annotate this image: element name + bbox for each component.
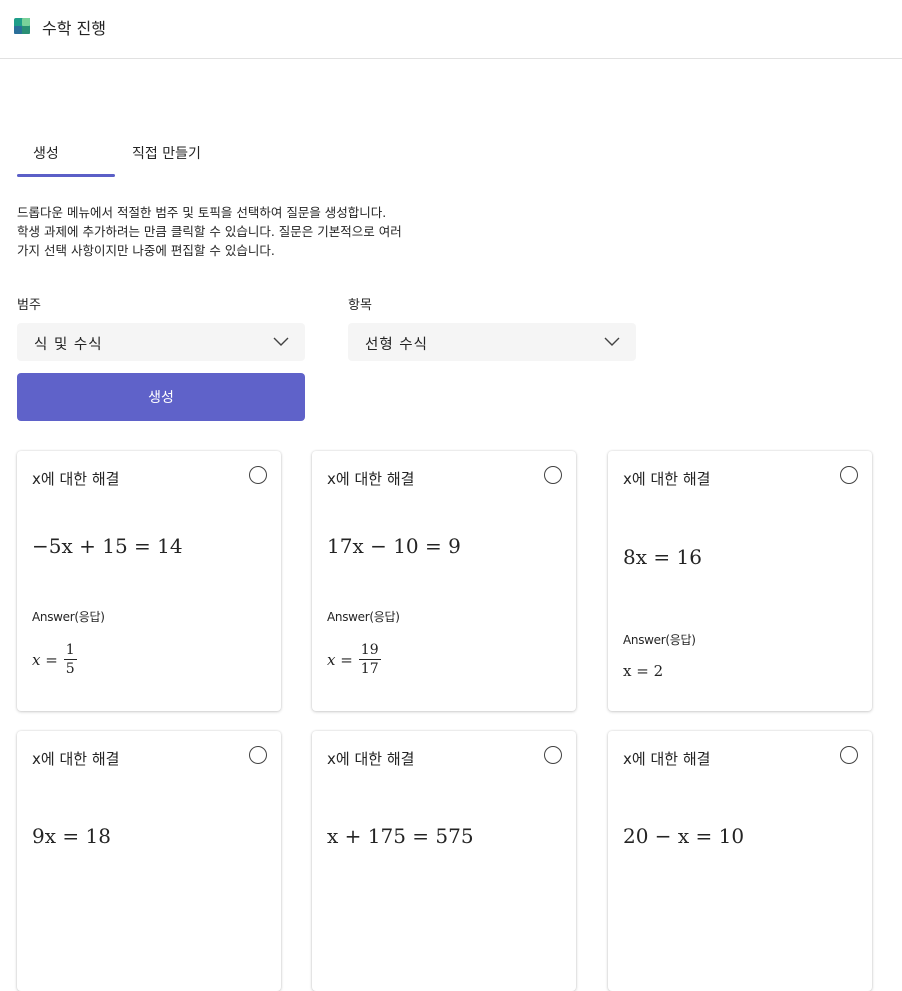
generate-button[interactable]: 생성 bbox=[17, 373, 305, 421]
question-card[interactable]: x에 대한 해결 20 − x = 10 bbox=[608, 731, 872, 991]
instructions-line: 드롭다운 메뉴에서 적절한 범주 및 토픽을 선택하여 질문을 생성합니다. bbox=[17, 205, 387, 220]
question-title: x에 대한 해결 bbox=[32, 470, 120, 488]
radio-button-icon[interactable] bbox=[840, 746, 858, 764]
topic-dropdown[interactable]: 선형 수식 bbox=[348, 323, 636, 361]
answer-value: x = 1 5 bbox=[32, 642, 77, 678]
fraction-numerator: 19 bbox=[360, 642, 379, 658]
fraction-numerator: 1 bbox=[65, 642, 75, 658]
instructions-text: 드롭다운 메뉴에서 적절한 범주 및 토픽을 선택하여 질문을 생성합니다. 학… bbox=[17, 203, 457, 260]
tab-selected-indicator bbox=[17, 174, 115, 177]
question-equation: 8x = 16 bbox=[623, 545, 702, 569]
radio-button-icon[interactable] bbox=[840, 466, 858, 484]
answer-lhs: x = bbox=[327, 651, 353, 669]
question-card[interactable]: x에 대한 해결 8x = 16 Answer(응답) x = 2 bbox=[608, 451, 872, 711]
answer-label: Answer(응답) bbox=[327, 610, 400, 624]
topic-label: 항목 bbox=[348, 298, 372, 313]
instructions-line: 학생 과제에 추가하려는 만큼 클릭할 수 있습니다. 질문은 기본적으로 여러 bbox=[17, 224, 402, 239]
category-value: 식 및 수식 bbox=[34, 337, 103, 353]
question-equation: −5x + 15 = 14 bbox=[32, 534, 183, 558]
fraction-denominator: 5 bbox=[65, 661, 75, 677]
question-card[interactable]: x에 대한 해결 −5x + 15 = 14 Answer(응답) x = 1 … bbox=[17, 451, 281, 711]
radio-button-icon[interactable] bbox=[249, 466, 267, 484]
fraction-denominator: 17 bbox=[360, 661, 379, 677]
answer-label: Answer(응답) bbox=[623, 633, 696, 647]
question-title: x에 대한 해결 bbox=[327, 750, 415, 768]
question-title: x에 대한 해결 bbox=[327, 470, 415, 488]
app-title: 수학 진행 bbox=[42, 19, 106, 38]
question-card[interactable]: x에 대한 해결 x + 175 = 575 bbox=[312, 731, 576, 991]
answer-lhs: x = bbox=[32, 651, 58, 669]
radio-button-icon[interactable] bbox=[544, 746, 562, 764]
answer-value: x = 2 bbox=[623, 662, 664, 680]
tab-create-manually-label: 직접 만들기 bbox=[132, 146, 201, 162]
instructions-line: 가지 선택 사항이지만 나중에 편집할 수 있습니다. bbox=[17, 243, 275, 258]
question-equation: 20 − x = 10 bbox=[623, 824, 745, 848]
chevron-down-icon bbox=[273, 337, 289, 346]
tab-create-manually[interactable]: 직접 만들기 bbox=[115, 138, 225, 178]
app-logo-icon bbox=[14, 18, 30, 34]
app-header: 수학 진행 bbox=[0, 0, 902, 59]
answer-fraction: 1 5 bbox=[63, 642, 77, 678]
question-title: x에 대한 해결 bbox=[623, 470, 711, 488]
question-equation: 17x − 10 = 9 bbox=[327, 534, 461, 558]
topic-value: 선형 수식 bbox=[365, 337, 428, 353]
category-dropdown[interactable]: 식 및 수식 bbox=[17, 323, 305, 361]
category-label: 범주 bbox=[17, 298, 41, 313]
chevron-down-icon bbox=[604, 337, 620, 346]
question-card[interactable]: x에 대한 해결 17x − 10 = 9 Answer(응답) x = 19 … bbox=[312, 451, 576, 711]
radio-button-icon[interactable] bbox=[544, 466, 562, 484]
answer-label: Answer(응답) bbox=[32, 610, 105, 624]
question-title: x에 대한 해결 bbox=[32, 750, 120, 768]
question-equation: 9x = 18 bbox=[32, 824, 111, 848]
question-title: x에 대한 해결 bbox=[623, 750, 711, 768]
answer-fraction: 19 17 bbox=[358, 642, 381, 678]
question-equation: x + 175 = 575 bbox=[327, 824, 474, 848]
tab-generate-label: 생성 bbox=[33, 146, 59, 162]
question-card[interactable]: x에 대한 해결 9x = 18 bbox=[17, 731, 281, 991]
answer-value: x = 19 17 bbox=[327, 642, 381, 678]
radio-button-icon[interactable] bbox=[249, 746, 267, 764]
tab-generate[interactable]: 생성 bbox=[17, 138, 115, 178]
